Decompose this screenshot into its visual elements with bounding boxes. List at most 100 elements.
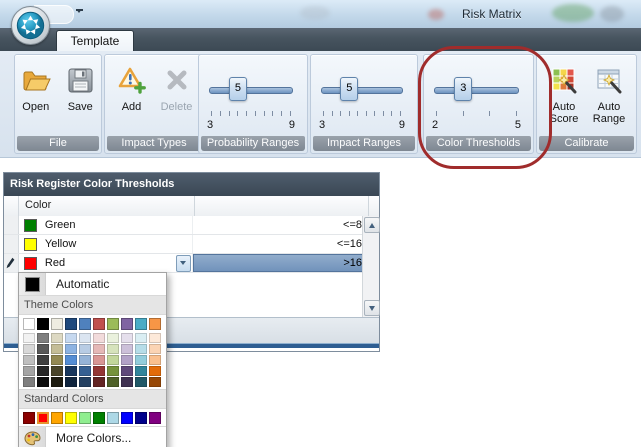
color-swatch[interactable] xyxy=(79,412,91,424)
color-swatch[interactable] xyxy=(23,355,35,365)
color-swatch[interactable] xyxy=(37,333,49,343)
color-swatch[interactable] xyxy=(65,366,77,376)
slider-track[interactable] xyxy=(434,87,519,94)
slider-thumb[interactable]: 3 xyxy=(454,77,472,101)
color-swatch[interactable] xyxy=(149,412,161,424)
color-swatch[interactable] xyxy=(149,333,161,343)
color-swatch[interactable] xyxy=(121,377,133,387)
color-swatch[interactable] xyxy=(93,333,105,343)
color-swatch[interactable] xyxy=(79,333,91,343)
color-swatch[interactable] xyxy=(93,355,105,365)
color-swatch[interactable] xyxy=(93,344,105,354)
color-swatch[interactable] xyxy=(37,344,49,354)
color-swatch[interactable] xyxy=(23,377,35,387)
vertical-scrollbar[interactable] xyxy=(362,216,379,317)
color-swatch[interactable] xyxy=(37,355,49,365)
table-row[interactable]: Yellow<=16 xyxy=(4,235,366,254)
slider-track[interactable] xyxy=(321,87,403,94)
color-swatch[interactable] xyxy=(65,377,77,387)
color-dropdown-button[interactable] xyxy=(176,255,191,272)
color-swatch[interactable] xyxy=(51,412,63,424)
color-swatch[interactable] xyxy=(23,412,35,424)
color-swatch[interactable] xyxy=(135,333,147,343)
delete-button[interactable]: Delete xyxy=(156,59,198,131)
color-swatch[interactable] xyxy=(107,344,119,354)
color-cell[interactable]: Green xyxy=(19,216,193,234)
color-swatch[interactable] xyxy=(65,344,77,354)
color-swatch[interactable] xyxy=(37,412,49,424)
color-swatch[interactable] xyxy=(149,377,161,387)
threshold-cell[interactable]: <=16 xyxy=(193,235,366,253)
more-colors-option[interactable]: More Colors... xyxy=(19,426,166,447)
open-button[interactable]: Open xyxy=(15,59,57,131)
color-swatch[interactable] xyxy=(51,355,63,365)
scroll-up-button[interactable] xyxy=(364,217,380,233)
color-swatch[interactable] xyxy=(93,377,105,387)
scroll-down-button[interactable] xyxy=(364,300,380,316)
color-swatch[interactable] xyxy=(93,412,105,424)
color-swatch[interactable] xyxy=(51,318,63,330)
color-swatch[interactable] xyxy=(121,318,133,330)
color-swatch[interactable] xyxy=(79,366,91,376)
table-row[interactable]: Green<=8 xyxy=(4,216,366,235)
color-swatch[interactable] xyxy=(51,344,63,354)
color-swatch[interactable] xyxy=(79,318,91,330)
color-swatch[interactable] xyxy=(37,377,49,387)
color-swatch[interactable] xyxy=(65,412,77,424)
color-swatch[interactable] xyxy=(121,344,133,354)
color-swatch[interactable] xyxy=(37,366,49,376)
color-swatch[interactable] xyxy=(65,355,77,365)
qat-dropdown-icon[interactable] xyxy=(76,9,83,25)
color-swatch[interactable] xyxy=(23,344,35,354)
column-header-color[interactable]: Color xyxy=(19,196,195,216)
color-swatch[interactable] xyxy=(107,333,119,343)
color-swatch[interactable] xyxy=(107,318,119,330)
color-swatch[interactable] xyxy=(149,366,161,376)
color-swatch[interactable] xyxy=(93,366,105,376)
add-button[interactable]: Add xyxy=(111,59,153,131)
color-swatch[interactable] xyxy=(65,333,77,343)
color-swatch[interactable] xyxy=(149,355,161,365)
color-swatch[interactable] xyxy=(149,318,161,330)
tab-template[interactable]: Template xyxy=(56,30,134,52)
app-menu-button[interactable] xyxy=(11,6,50,45)
color-swatch[interactable] xyxy=(149,344,161,354)
color-swatch[interactable] xyxy=(121,412,133,424)
color-swatch[interactable] xyxy=(93,318,105,330)
threshold-cell[interactable]: >16 xyxy=(193,254,366,272)
color-swatch[interactable] xyxy=(135,355,147,365)
color-swatch[interactable] xyxy=(121,333,133,343)
color-swatch[interactable] xyxy=(23,333,35,343)
save-button[interactable]: Save xyxy=(60,59,102,131)
color-swatch[interactable] xyxy=(121,355,133,365)
color-swatch[interactable] xyxy=(135,344,147,354)
auto-score-button[interactable]: Auto Score xyxy=(543,59,585,131)
color-swatch[interactable] xyxy=(51,333,63,343)
slider-track[interactable] xyxy=(209,87,293,94)
color-cell[interactable]: Yellow xyxy=(19,235,193,253)
color-swatch[interactable] xyxy=(107,377,119,387)
color-swatch[interactable] xyxy=(65,318,77,330)
threshold-cell[interactable]: <=8 xyxy=(193,216,366,234)
color-swatch[interactable] xyxy=(79,377,91,387)
color-swatch[interactable] xyxy=(135,412,147,424)
color-swatch[interactable] xyxy=(79,355,91,365)
color-cell[interactable]: Red xyxy=(19,254,193,272)
automatic-option[interactable]: Automatic xyxy=(19,273,166,295)
color-swatch[interactable] xyxy=(51,377,63,387)
color-swatch[interactable] xyxy=(135,366,147,376)
auto-range-button[interactable]: Auto Range xyxy=(588,59,630,131)
column-header-threshold[interactable] xyxy=(195,196,369,216)
color-swatch[interactable] xyxy=(121,366,133,376)
color-swatch[interactable] xyxy=(37,318,49,330)
slider-thumb[interactable]: 5 xyxy=(340,77,358,101)
color-swatch[interactable] xyxy=(23,366,35,376)
color-swatch[interactable] xyxy=(135,377,147,387)
color-swatch[interactable] xyxy=(79,344,91,354)
color-swatch[interactable] xyxy=(107,355,119,365)
color-swatch[interactable] xyxy=(107,366,119,376)
color-swatch[interactable] xyxy=(107,412,119,424)
color-swatch[interactable] xyxy=(23,318,35,330)
color-swatch[interactable] xyxy=(51,366,63,376)
table-row[interactable]: Red>16 xyxy=(4,254,366,273)
